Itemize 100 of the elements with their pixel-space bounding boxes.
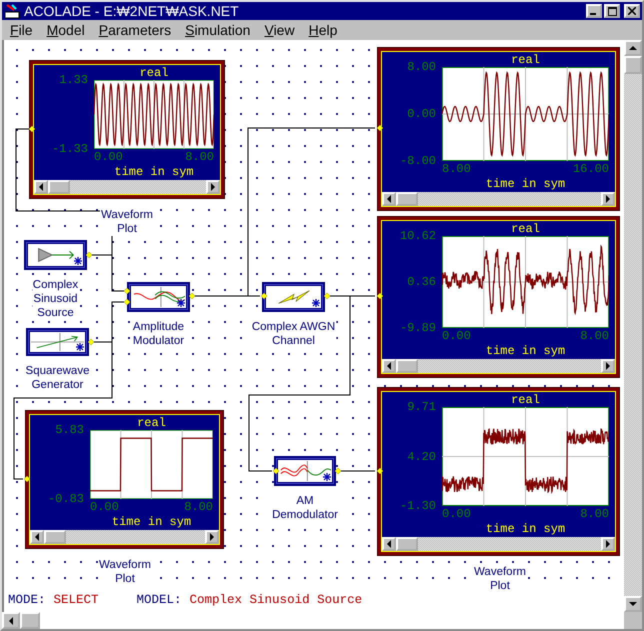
- waveform-plot-panel[interactable]: real 10.62 0.36 -9.89 0.00 8.00 time in sym: [377, 216, 620, 378]
- axis-label: time in sym: [110, 515, 192, 529]
- plot-title: real: [510, 222, 541, 236]
- axis-label: time in sym: [484, 344, 566, 358]
- axis-tick-label: 1.33: [59, 74, 88, 86]
- model-block[interactable]: [24, 240, 87, 270]
- left-arrow-icon: [386, 195, 392, 203]
- model-block[interactable]: [262, 282, 325, 312]
- model-block[interactable]: [274, 456, 336, 486]
- scroll-thumb[interactable]: [44, 530, 66, 544]
- port-icon[interactable]: [376, 124, 384, 132]
- scroll-left-button[interactable]: [34, 180, 48, 194]
- menu-item[interactable]: Model: [46, 22, 85, 38]
- port-icon[interactable]: [272, 468, 280, 474]
- axis-tick-label: 8.00: [184, 500, 213, 512]
- asterisk-icon: [177, 299, 185, 307]
- horizontal-scrollbar[interactable]: [382, 537, 615, 551]
- scroll-left-button[interactable]: [2, 612, 20, 629]
- scroll-down-button[interactable]: [624, 596, 642, 612]
- status-label: MODE:: [8, 592, 46, 606]
- asterisk-icon: [74, 257, 82, 265]
- port-icon[interactable]: [376, 468, 384, 474]
- axis-tick-label: 10.62: [400, 230, 436, 242]
- scroll-right-button[interactable]: [601, 537, 615, 551]
- maximize-icon: [608, 6, 616, 16]
- scroll-left-button[interactable]: [382, 359, 396, 373]
- waveform-plot-panel[interactable]: real 1.33 -1.33 0.00 8.00 time in sym: [29, 60, 225, 199]
- scroll-thumb[interactable]: [396, 537, 418, 551]
- right-arrow-icon: [605, 195, 611, 203]
- model-block[interactable]: [26, 328, 89, 356]
- left-arrow-icon: [34, 533, 40, 541]
- horizontal-scrollbar[interactable]: [30, 530, 219, 544]
- port-icon[interactable]: [324, 292, 330, 300]
- axis-label: time in sym: [484, 522, 566, 536]
- menu-item[interactable]: Parameters: [98, 22, 172, 38]
- rising-line-icon: [31, 333, 84, 351]
- waveform-plot-panel[interactable]: real 8.00 0.00 -8.00 8.00 16.00 time in sym: [377, 47, 620, 211]
- menu-item[interactable]: View: [264, 22, 295, 38]
- axis-tick-label: 8.00: [580, 508, 609, 520]
- port-icon[interactable]: [28, 126, 36, 132]
- close-icon: [628, 7, 636, 15]
- port-icon[interactable]: [260, 292, 268, 300]
- scroll-left-button[interactable]: [382, 537, 396, 551]
- port-icon[interactable]: [334, 468, 342, 474]
- horizontal-scrollbar[interactable]: [34, 180, 220, 194]
- scroll-right-button[interactable]: [205, 530, 219, 544]
- minimize-button[interactable]: [586, 4, 602, 18]
- waveform-plot-panel[interactable]: real 5.83 -0.83 0.00 8.00 time in sym: [25, 410, 224, 549]
- model-block[interactable]: [127, 282, 190, 312]
- horizontal-scrollbar[interactable]: [2, 612, 624, 629]
- block-label: Waveform Plot: [473, 565, 527, 591]
- axis-tick-label: 8.00: [442, 162, 471, 174]
- scroll-right-button[interactable]: [206, 180, 220, 194]
- horizontal-scrollbar[interactable]: [382, 359, 615, 373]
- axis-tick-label: -9.89: [400, 322, 436, 334]
- axis-tick-label: -1.30: [400, 500, 436, 512]
- plot-title: real: [136, 416, 167, 430]
- axis-tick-label: 0.00: [407, 108, 436, 120]
- axis-tick-label: -8.00: [400, 155, 436, 167]
- close-button[interactable]: [624, 4, 640, 18]
- scroll-up-button[interactable]: [624, 40, 642, 56]
- vertical-scrollbar[interactable]: [624, 40, 642, 612]
- port-icon[interactable]: [86, 252, 92, 258]
- port-icon[interactable]: [188, 292, 196, 300]
- port-icon[interactable]: [24, 476, 30, 482]
- scroll-right-button[interactable]: [601, 359, 615, 373]
- down-arrow-icon: [629, 601, 637, 607]
- axis-tick-label: -0.83: [48, 493, 84, 505]
- axis-tick-label: 4.20: [407, 450, 436, 462]
- wave-icon: [132, 287, 185, 307]
- scroll-thumb[interactable]: [624, 56, 642, 74]
- axis-tick-label: 8.00: [185, 150, 214, 162]
- right-arrow-icon: [605, 540, 611, 548]
- status-label: MODEL:: [136, 592, 182, 606]
- port-icon[interactable]: [376, 292, 384, 300]
- scroll-left-button[interactable]: [382, 192, 396, 206]
- menu-item[interactable]: Simulation: [185, 22, 250, 38]
- menu-item[interactable]: Help: [308, 22, 338, 38]
- scroll-left-button[interactable]: [30, 530, 44, 544]
- scroll-thumb[interactable]: [48, 180, 70, 194]
- axis-tick-label: 0.00: [442, 508, 471, 520]
- axis-tick-label: 5.83: [55, 424, 84, 436]
- asterisk-icon: [323, 473, 331, 481]
- left-arrow-icon: [8, 616, 14, 624]
- right-arrow-icon: [210, 183, 216, 191]
- port-icon[interactable]: [88, 338, 94, 346]
- scroll-thumb[interactable]: [396, 359, 418, 373]
- axis-tick-label: 8.00: [407, 61, 436, 73]
- axis-tick-label: 0.36: [407, 276, 436, 288]
- horizontal-scrollbar[interactable]: [382, 192, 615, 206]
- scroll-thumb[interactable]: [20, 612, 40, 629]
- waveform-plot-panel[interactable]: real 9.71 4.20 -1.30 0.00 8.00 time in sym: [377, 387, 620, 556]
- axis-tick-label: 0.00: [90, 500, 119, 512]
- menu-item[interactable]: File: [10, 22, 33, 38]
- asterisk-icon: [76, 343, 84, 351]
- scroll-thumb[interactable]: [396, 192, 418, 206]
- maximize-button[interactable]: [604, 4, 620, 18]
- status-value: SELECT: [54, 592, 99, 606]
- scroll-right-button[interactable]: [601, 192, 615, 206]
- up-arrow-icon: [629, 45, 637, 51]
